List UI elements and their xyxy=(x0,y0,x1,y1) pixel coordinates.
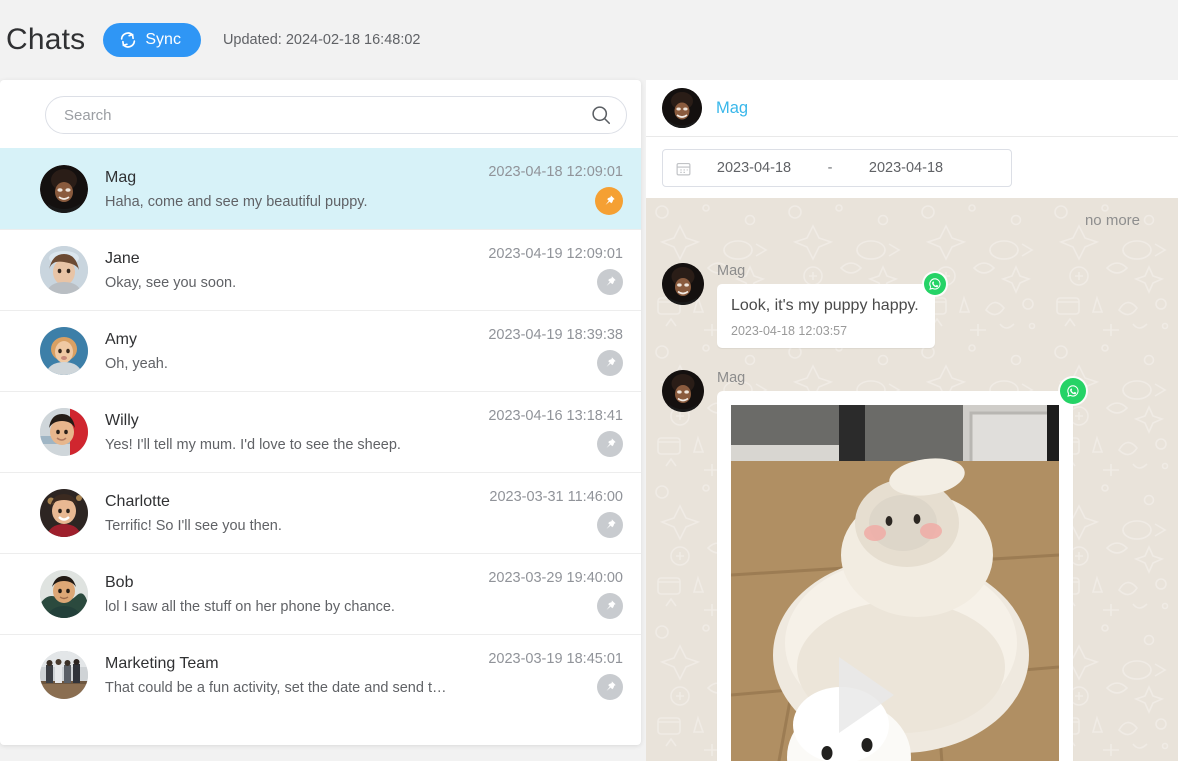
avatar-mag xyxy=(40,165,88,213)
pin-icon[interactable] xyxy=(595,186,623,215)
chat-list-item[interactable]: Jane Okay, see you soon. 2023-04-19 12:0… xyxy=(0,229,641,310)
chat-list-item[interactable]: Willy Yes! I'll tell my mum. I'd love to… xyxy=(0,391,641,472)
chat-item-timestamp: 2023-03-19 18:45:01 xyxy=(488,650,623,667)
chat-item-snippet: lol I saw all the stuff on her phone by … xyxy=(105,598,395,615)
chat-item-meta: 2023-03-31 11:46:00 xyxy=(448,489,623,538)
message-thread[interactable]: no more Mag Look, it's my puppy happy. 2… xyxy=(646,198,1178,761)
chat-item-snippet: Terrific! So I'll see you then. xyxy=(105,517,282,534)
chat-item-snippet: Okay, see you soon. xyxy=(105,274,237,291)
avatar-message-sender xyxy=(662,370,704,412)
chat-item-body: Charlotte Terrific! So I'll see you then… xyxy=(105,493,448,534)
chat-list-item[interactable]: Charlotte Terrific! So I'll see you then… xyxy=(0,472,641,553)
message-text: Look, it's my puppy happy. xyxy=(731,297,919,314)
chat-item-timestamp: 2023-04-16 13:18:41 xyxy=(488,407,623,424)
last-updated-text: Updated: 2024-02-18 16:48:02 xyxy=(222,32,421,48)
chat-item-body: Willy Yes! I'll tell my mum. I'd love to… xyxy=(105,412,448,453)
video-thumbnail[interactable] xyxy=(731,405,1059,761)
pin-icon[interactable] xyxy=(597,673,623,700)
date-range-start[interactable]: 2023-04-18 xyxy=(692,160,816,176)
chat-item-timestamp: 2023-04-18 12:09:01 xyxy=(488,163,623,180)
chat-item-name: Amy xyxy=(105,330,137,348)
avatar-jane xyxy=(40,246,88,294)
chat-list-panel: Mag Haha, come and see my beautiful pupp… xyxy=(0,80,641,745)
chat-item-snippet: Haha, come and see my beautiful puppy. xyxy=(105,193,368,210)
chat-item-timestamp: 2023-04-19 12:09:01 xyxy=(488,245,623,262)
main-content: Mag Haha, come and see my beautiful pupp… xyxy=(0,80,1178,761)
no-more-label: no more xyxy=(1084,212,1140,229)
chat-item-name: Mag xyxy=(105,168,137,186)
chat-item-snippet: That could be a fun activity, set the da… xyxy=(105,679,448,696)
chat-item-meta: 2023-04-19 12:09:01 xyxy=(448,246,623,295)
message-item-text: Mag Look, it's my puppy happy. 2023-04-1… xyxy=(662,263,1162,348)
message-timestamp: 2023-04-18 12:03:57 xyxy=(731,324,848,338)
pin-icon[interactable] xyxy=(597,511,623,538)
whatsapp-icon xyxy=(923,273,946,295)
chat-item-body: Amy Oh, yeah. xyxy=(105,331,448,372)
avatar-amy xyxy=(40,327,88,375)
chat-item-timestamp: 2023-03-29 19:40:00 xyxy=(488,569,623,586)
chat-item-name: Jane xyxy=(105,249,140,267)
chat-item-meta: 2023-04-19 18:39:38 xyxy=(448,327,623,376)
conversation-contact-name[interactable]: Mag xyxy=(716,99,748,118)
avatar-marketing-team xyxy=(40,651,88,699)
message-column: Mag xyxy=(717,370,1086,761)
date-range-picker[interactable]: 2023-04-18 - 2023-04-18 xyxy=(662,149,1012,187)
calendar-icon xyxy=(675,160,692,177)
search-box[interactable] xyxy=(45,96,627,134)
pin-icon[interactable] xyxy=(597,592,623,619)
chat-item-meta: 2023-03-29 19:40:00 xyxy=(448,570,623,619)
message-bubble[interactable]: Look, it's my puppy happy. 2023-04-18 12… xyxy=(717,273,946,348)
conversation-panel: Mag 2023-04-18 - 2023-04-18 no more Mag … xyxy=(646,80,1178,761)
message-list: no more Mag Look, it's my puppy happy. 2… xyxy=(646,198,1178,761)
sync-button-label: Sync xyxy=(145,31,181,48)
chat-item-name: Bob xyxy=(105,573,134,591)
message-column: Mag Look, it's my puppy happy. 2023-04-1… xyxy=(717,263,946,348)
date-range-end[interactable]: 2023-04-18 xyxy=(844,160,968,176)
conversation-header: Mag xyxy=(646,80,1178,137)
message-sender-name: Mag xyxy=(717,370,746,386)
message-sender-name: Mag xyxy=(717,263,746,279)
app-header: Chats Sync Updated: 2024-02-18 16:48:02 xyxy=(0,0,1178,80)
chat-list: Mag Haha, come and see my beautiful pupp… xyxy=(0,148,641,745)
chat-list-item[interactable]: Amy Oh, yeah. 2023-04-19 18:39:38 xyxy=(0,310,641,391)
chat-item-timestamp: 2023-03-31 11:46:00 xyxy=(489,488,623,505)
message-media-bubble[interactable] xyxy=(717,378,1086,761)
date-filter-area: 2023-04-18 - 2023-04-18 xyxy=(646,137,1178,198)
chat-item-name: Charlotte xyxy=(105,492,170,510)
chat-list-item[interactable]: Mag Haha, come and see my beautiful pupp… xyxy=(0,148,641,229)
date-range-separator: - xyxy=(827,160,833,176)
whatsapp-icon xyxy=(1060,378,1086,404)
chat-item-body: Bob lol I saw all the stuff on her phone… xyxy=(105,574,448,615)
pin-icon[interactable] xyxy=(597,349,623,376)
chat-item-body: Mag Haha, come and see my beautiful pupp… xyxy=(105,169,448,210)
chat-item-name: Marketing Team xyxy=(105,654,219,672)
search-area xyxy=(0,80,641,148)
search-input[interactable] xyxy=(64,106,590,124)
chat-item-name: Willy xyxy=(105,411,139,429)
chat-item-timestamp: 2023-04-19 18:39:38 xyxy=(488,326,623,343)
avatar-bob xyxy=(40,570,88,618)
chat-list-item[interactable]: Bob lol I saw all the stuff on her phone… xyxy=(0,553,641,634)
chat-item-snippet: Oh, yeah. xyxy=(105,355,168,372)
avatar-willy xyxy=(40,408,88,456)
chat-item-meta: 2023-04-16 13:18:41 xyxy=(448,408,623,457)
chat-item-meta: 2023-03-19 18:45:01 xyxy=(448,651,623,700)
chat-item-snippet: Yes! I'll tell my mum. I'd love to see t… xyxy=(105,436,401,453)
page-title: Chats xyxy=(6,23,86,56)
sync-button[interactable]: Sync xyxy=(103,23,201,57)
pin-icon[interactable] xyxy=(597,268,623,295)
chat-item-body: Marketing Team That could be a fun activ… xyxy=(105,655,448,696)
avatar-message-sender xyxy=(662,263,704,305)
avatar-charlotte xyxy=(40,489,88,537)
message-item-media: Mag xyxy=(662,370,1162,761)
chat-list-item[interactable]: Marketing Team That could be a fun activ… xyxy=(0,634,641,715)
pin-icon[interactable] xyxy=(597,430,623,457)
chat-item-meta: 2023-04-18 12:09:01 xyxy=(448,164,623,215)
avatar-conversation-mag xyxy=(662,88,702,128)
chat-item-body: Jane Okay, see you soon. xyxy=(105,250,448,291)
search-icon[interactable] xyxy=(590,104,612,126)
sync-refresh-icon xyxy=(119,31,137,49)
